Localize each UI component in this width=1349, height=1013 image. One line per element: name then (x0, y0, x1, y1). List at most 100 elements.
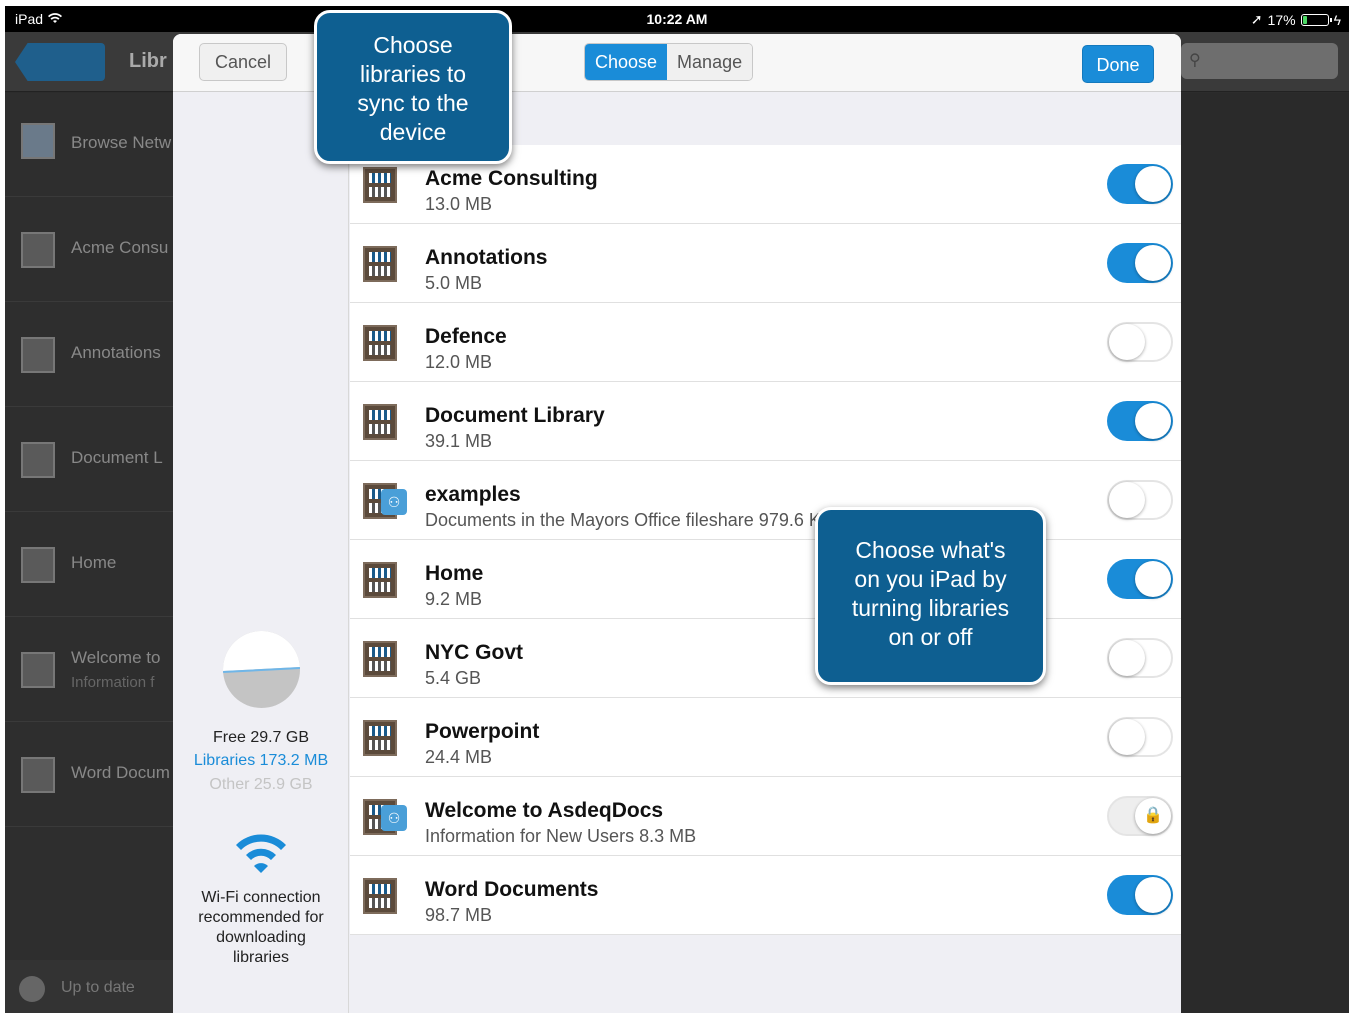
library-icon (363, 404, 397, 440)
library-row: ⚇ examples Documents in the Mayors Offic… (350, 461, 1181, 540)
sync-toggle[interactable] (1107, 559, 1173, 599)
storage-panel: Free 29.7 GB Libraries 173.2 MB Other 25… (173, 93, 349, 1013)
library-icon (21, 232, 55, 268)
sidebar-item-home[interactable]: Home (5, 513, 173, 617)
library-row: Powerpoint 24.4 MB (350, 698, 1181, 777)
battery-icon (1300, 13, 1332, 26)
library-size: 39.1 MB (425, 431, 493, 451)
storage-free: Free 29.7 GB (212, 729, 310, 746)
library-name: examples (425, 483, 521, 506)
storage-other: Other 25.9 GB (209, 776, 313, 793)
sidebar-item-browse[interactable]: Browse Netw (5, 93, 173, 197)
library-row: ⚇ Welcome to AsdeqDocs Information for N… (350, 777, 1181, 856)
sync-toggle[interactable] (1107, 638, 1173, 678)
done-button[interactable]: Done (1082, 45, 1154, 83)
library-name: Defence (425, 325, 507, 348)
wifi-icon (236, 834, 286, 873)
library-name: Acme Consulting (425, 167, 598, 190)
wifi-msg-line: recommended for (198, 909, 324, 926)
charging-icon: ϟ (1333, 11, 1341, 28)
library-size: 5.0 MB (425, 273, 483, 293)
library-icon (363, 720, 397, 756)
storage-libraries: Libraries 173.2 MB (193, 752, 329, 769)
storage-pie-chart (223, 631, 300, 708)
library-size: 12.0 MB (425, 352, 493, 372)
sync-toggle[interactable] (1107, 717, 1173, 757)
callout-line: libraries to (359, 61, 467, 87)
sidebar-item-annotations[interactable]: Annotations (5, 303, 173, 407)
sync-status: Up to date (61, 979, 135, 996)
library-icon (21, 757, 55, 793)
sidebar-item-word[interactable]: Word Docum (5, 723, 173, 827)
library-row: Document Library 39.1 MB (350, 382, 1181, 461)
callout-line: on or off (888, 624, 973, 650)
library-icon (363, 246, 397, 282)
sync-toggle[interactable] (1107, 875, 1173, 915)
shared-library-icon: ⚇ (381, 805, 407, 831)
background-title: Libr (129, 50, 167, 72)
sidebar-item-label: Welcome to (71, 648, 161, 667)
library-row: NYC Govt 5.4 GB (350, 619, 1181, 698)
segment-choose[interactable]: Choose (585, 44, 668, 80)
library-name: Welcome to AsdeqDocs (425, 799, 664, 822)
callout-toggle-hint: Choose what's on you iPad by turning lib… (815, 507, 1046, 685)
sidebar-item-label: Browse Netw (71, 133, 172, 152)
library-icon (21, 547, 55, 583)
shared-library-icon: ⚇ (381, 489, 407, 515)
callout-line: Choose what's (855, 537, 1006, 563)
sync-toggle[interactable] (1107, 480, 1173, 520)
wifi-recommendation: Wi-Fi connection recommended for downloa… (173, 888, 349, 968)
background-content (1181, 93, 1349, 1013)
library-size: Information for New Users 8.3 MB (425, 826, 697, 846)
library-size: 13.0 MB (425, 194, 493, 214)
back-button[interactable] (15, 43, 105, 81)
library-name: Word Documents (425, 878, 599, 901)
library-name: NYC Govt (425, 641, 524, 664)
sync-toggle[interactable] (1107, 401, 1173, 441)
library-row: Home 9.2 MB (350, 540, 1181, 619)
library-size: 5.4 GB (425, 668, 482, 688)
library-icon (21, 652, 55, 688)
ipad-screen: iPad 10:22 AM ➚ 17% ϟ Libr ⚲ Browse Netw… (5, 6, 1349, 1013)
sync-toggle[interactable] (1107, 322, 1173, 362)
library-name: Annotations (425, 246, 548, 269)
library-size: Documents in the Mayors Office fileshare… (425, 510, 833, 530)
library-row: Word Documents 98.7 MB (350, 856, 1181, 935)
mode-segmented-control: Choose Manage (584, 43, 754, 81)
callout-choose-libraries: Choose libraries to sync to the device (314, 10, 512, 164)
status-time: 10:22 AM (646, 11, 708, 27)
library-name: Powerpoint (425, 720, 540, 743)
cancel-button[interactable]: Cancel (199, 43, 287, 81)
background-search[interactable]: ⚲ (1181, 43, 1338, 79)
library-size: 9.2 MB (425, 589, 483, 609)
sidebar-item-label: Document L (71, 448, 163, 467)
wifi-msg-line: libraries (232, 949, 289, 966)
sidebar-item-document[interactable]: Document L (5, 408, 173, 512)
location-icon: ➚ (1250, 11, 1263, 27)
library-name: Document Library (425, 404, 605, 427)
lock-icon: 🔒 (1135, 798, 1171, 834)
sync-toggle[interactable] (1107, 243, 1173, 283)
library-icon (363, 878, 397, 914)
sidebar-item-label: Word Docum (71, 763, 170, 782)
callout-line: sync to the (357, 90, 469, 116)
library-size: 98.7 MB (425, 905, 493, 925)
wifi-msg-line: Wi-Fi connection (201, 889, 321, 906)
network-icon (21, 123, 55, 159)
sidebar-item-label: Annotations (71, 343, 161, 362)
sidebar-item-welcome[interactable]: Welcome to Information f (5, 618, 173, 722)
segment-manage[interactable]: Manage (667, 44, 753, 80)
library-row: Annotations 5.0 MB (350, 224, 1181, 303)
background-sidebar: Browse Netw Acme Consu Annotations Docum… (5, 93, 173, 1013)
sync-toggle[interactable] (1107, 164, 1173, 204)
sidebar-item-label: Home (71, 553, 117, 572)
library-name: Home (425, 562, 484, 585)
sidebar-item-acme[interactable]: Acme Consu (5, 198, 173, 302)
library-list: Acme Consulting 13.0 MB Annotations 5.0 … (350, 93, 1181, 1013)
library-icon (21, 337, 55, 373)
sidebar-item-label: Acme Consu (71, 238, 169, 257)
background-footer: Up to date (5, 960, 173, 1013)
library-row: Defence 12.0 MB (350, 303, 1181, 382)
library-icon (363, 641, 397, 677)
status-right: ➚ 17% ϟ (1251, 11, 1341, 28)
